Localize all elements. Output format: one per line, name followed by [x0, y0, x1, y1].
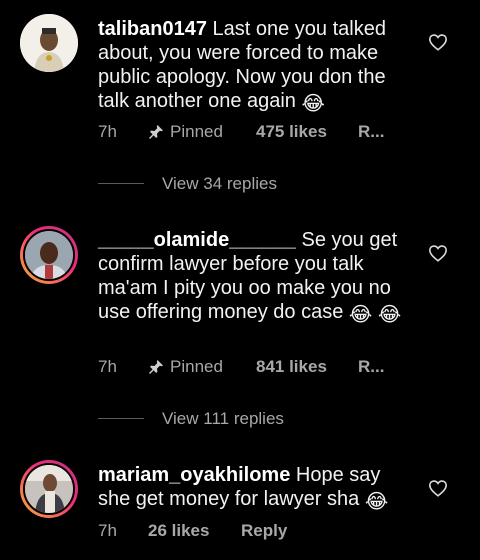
laughing-emoji: 😂 [348, 304, 373, 326]
likes-count[interactable]: 841 likes [256, 357, 358, 377]
avatar [23, 463, 75, 515]
comment-meta: 7h Pinned 475 likes R... [98, 122, 384, 142]
reply-button[interactable]: R... [358, 357, 384, 377]
pinned-badge: Pinned [148, 122, 256, 142]
comment-time: 7h [98, 122, 117, 141]
view-replies-button[interactable]: View 34 replies [162, 174, 277, 194]
comment-meta: 7h 26 likes Reply [98, 521, 287, 541]
reply-button[interactable]: R... [358, 122, 384, 142]
likes-count[interactable]: 475 likes [256, 122, 358, 142]
pin-icon [149, 125, 163, 139]
avatar [23, 229, 75, 281]
comment-time: 7h [98, 521, 117, 540]
heart-icon[interactable] [428, 479, 448, 497]
comment-meta: 7h Pinned 841 likes R... [98, 357, 384, 377]
avatar-image [20, 14, 78, 72]
replies-divider [98, 418, 144, 419]
pin-icon [149, 360, 163, 374]
comment-time: 7h [98, 357, 117, 376]
laughing-emoji: 😂 [364, 491, 389, 513]
laughing-emoji: 😂 [377, 304, 402, 326]
comment-body: mariam_oyakhilome Hope say she get money… [98, 463, 416, 514]
heart-icon[interactable] [428, 33, 448, 51]
comment-body: taliban0147 Last one you talked about, y… [98, 17, 416, 116]
comment-username[interactable]: _____olamide______ [98, 229, 296, 251]
pinned-label: Pinned [170, 357, 223, 376]
comment-body: _____olamide______ Se you get confirm la… [98, 228, 416, 327]
reply-button[interactable]: Reply [241, 521, 287, 541]
comments-screen: taliban0147 Last one you talked about, y… [0, 0, 480, 560]
pinned-badge: Pinned [148, 357, 256, 377]
avatar-image [25, 231, 73, 279]
laughing-emoji: 😂 [301, 93, 325, 115]
avatar-image [25, 465, 73, 513]
comment-username[interactable]: taliban0147 [98, 18, 207, 40]
comment-username[interactable]: mariam_oyakhilome [98, 464, 290, 486]
avatar-story-ring[interactable] [20, 226, 78, 284]
avatar[interactable] [20, 14, 78, 72]
pinned-label: Pinned [170, 122, 223, 141]
heart-icon[interactable] [428, 244, 448, 262]
replies-divider [98, 183, 144, 184]
likes-count[interactable]: 26 likes [148, 521, 241, 541]
view-replies-button[interactable]: View 111 replies [162, 409, 284, 429]
avatar-story-ring[interactable] [20, 460, 78, 518]
